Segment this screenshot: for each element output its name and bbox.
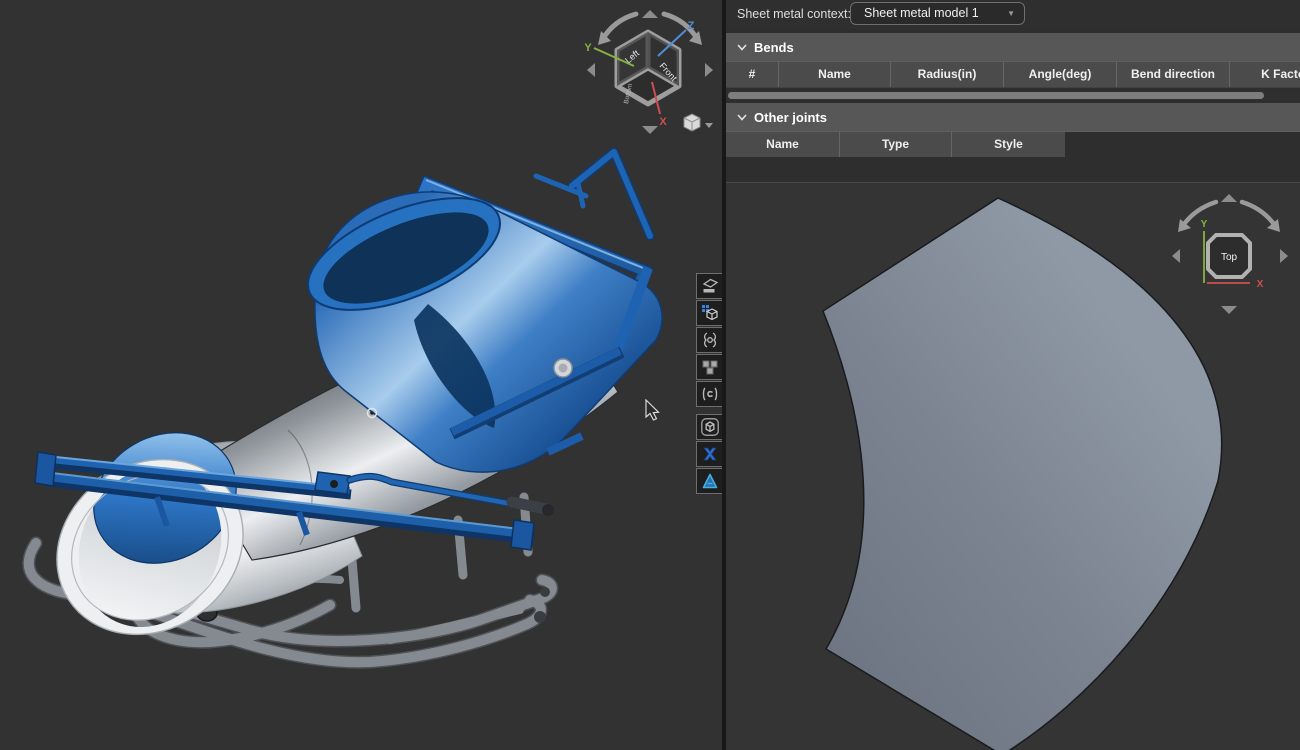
other-joints-section-title: Other joints [754, 110, 827, 125]
axis-y-label: Y [1201, 219, 1208, 230]
nav-down-arrow[interactable] [1221, 306, 1237, 314]
bends-col-direction: Bend direction [1116, 62, 1229, 87]
flat-pattern-face[interactable] [823, 198, 1222, 750]
mouse-cursor [645, 399, 661, 423]
bends-col-kfactor: K Factor [1229, 62, 1300, 87]
context-label: Sheet metal context: [737, 0, 851, 29]
view-mode-cube-icon[interactable] [684, 114, 700, 131]
rotate-right-arrow[interactable] [1242, 202, 1276, 227]
bends-section-title: Bends [754, 40, 794, 55]
assembly-blocks-button[interactable] [696, 354, 722, 380]
hopper-handle[interactable] [536, 152, 650, 236]
pivot-bolt[interactable] [554, 359, 572, 377]
nav-left-arrow[interactable] [587, 63, 595, 77]
oj-col-style: Style [951, 132, 1065, 157]
flat-pattern-button[interactable] [696, 273, 722, 299]
context-bar: Sheet metal context: Sheet metal model 1… [726, 0, 1300, 29]
nav-down-arrow[interactable] [642, 126, 658, 134]
collapse-chevron-icon [737, 44, 747, 51]
other-joints-table-header: Name Type Style [726, 131, 1300, 157]
view-toolbar-group-1 [696, 273, 722, 408]
view-cube[interactable]: Left Front Bottom [617, 32, 679, 104]
axis-y-label: Y [584, 42, 592, 54]
app-window: Left Front Bottom Y Z X [0, 0, 1300, 750]
bends-col-angle: Angle(deg) [1003, 62, 1116, 87]
a-view-button[interactable] [696, 468, 722, 494]
section-scope-button[interactable] [696, 327, 722, 353]
bends-horizontal-scrollbar[interactable] [726, 91, 1300, 100]
rotate-left-arrow[interactable] [1182, 202, 1216, 227]
a-view-icon [700, 471, 720, 491]
view-cube-widget-right[interactable]: Top Y X [1164, 187, 1296, 319]
view-cube-widget-left[interactable]: Left Front Bottom Y Z X [578, 4, 722, 140]
assembly-blocks-icon [700, 357, 720, 377]
isometric-view-button[interactable] [696, 414, 722, 440]
nav-right-arrow[interactable] [705, 63, 713, 77]
named-views-button[interactable] [696, 300, 722, 326]
view-menu-caret-icon[interactable] [705, 123, 713, 128]
variables-icon [700, 384, 720, 404]
bends-table-header: # Name Radius(in) Angle(deg) Bend direct… [726, 61, 1300, 88]
sheet-metal-model-dropdown[interactable]: Sheet metal model 1 ▼ [850, 2, 1025, 25]
view-cube-top-face[interactable]: Top [1208, 235, 1250, 277]
isometric-view-icon [699, 416, 721, 438]
variables-button[interactable] [696, 381, 722, 407]
bends-section-header[interactable]: Bends [726, 33, 1300, 61]
scrollbar-thumb[interactable] [728, 92, 1264, 99]
bends-col-number: # [726, 62, 778, 87]
axis-x-label: X [659, 116, 667, 128]
sheet-metal-panel: Sheet metal context: Sheet metal model 1… [726, 0, 1300, 750]
named-views-cube-icon [700, 303, 720, 323]
collapse-chevron-icon [737, 114, 747, 121]
flat-pattern-icon [700, 276, 720, 296]
rotate-left-arrow[interactable] [602, 14, 636, 40]
x-view-button[interactable] [696, 441, 722, 467]
cube-face-top[interactable]: Top [1221, 252, 1238, 263]
section-braces-icon [700, 330, 720, 350]
bends-col-name: Name [778, 62, 890, 87]
dropdown-value: Sheet metal model 1 [864, 3, 979, 24]
nav-left-arrow[interactable] [1172, 249, 1180, 263]
main-3d-viewport[interactable]: Left Front Bottom Y Z X [0, 0, 722, 750]
x-view-icon [700, 444, 720, 464]
view-toolbar-group-2 [696, 414, 722, 495]
nav-up-arrow[interactable] [1221, 194, 1237, 202]
axis-x-label: X [1257, 279, 1264, 290]
chevron-down-icon: ▼ [1007, 3, 1015, 24]
oj-col-name: Name [726, 132, 839, 157]
bends-col-radius: Radius(in) [890, 62, 1003, 87]
flat-pattern-viewport[interactable]: Top Y X [726, 182, 1300, 750]
oj-col-type: Type [839, 132, 951, 157]
axis-z-label: Z [688, 20, 695, 32]
nav-right-arrow[interactable] [1280, 249, 1288, 263]
nav-up-arrow[interactable] [642, 10, 658, 18]
other-joints-section-header[interactable]: Other joints [726, 103, 1300, 131]
